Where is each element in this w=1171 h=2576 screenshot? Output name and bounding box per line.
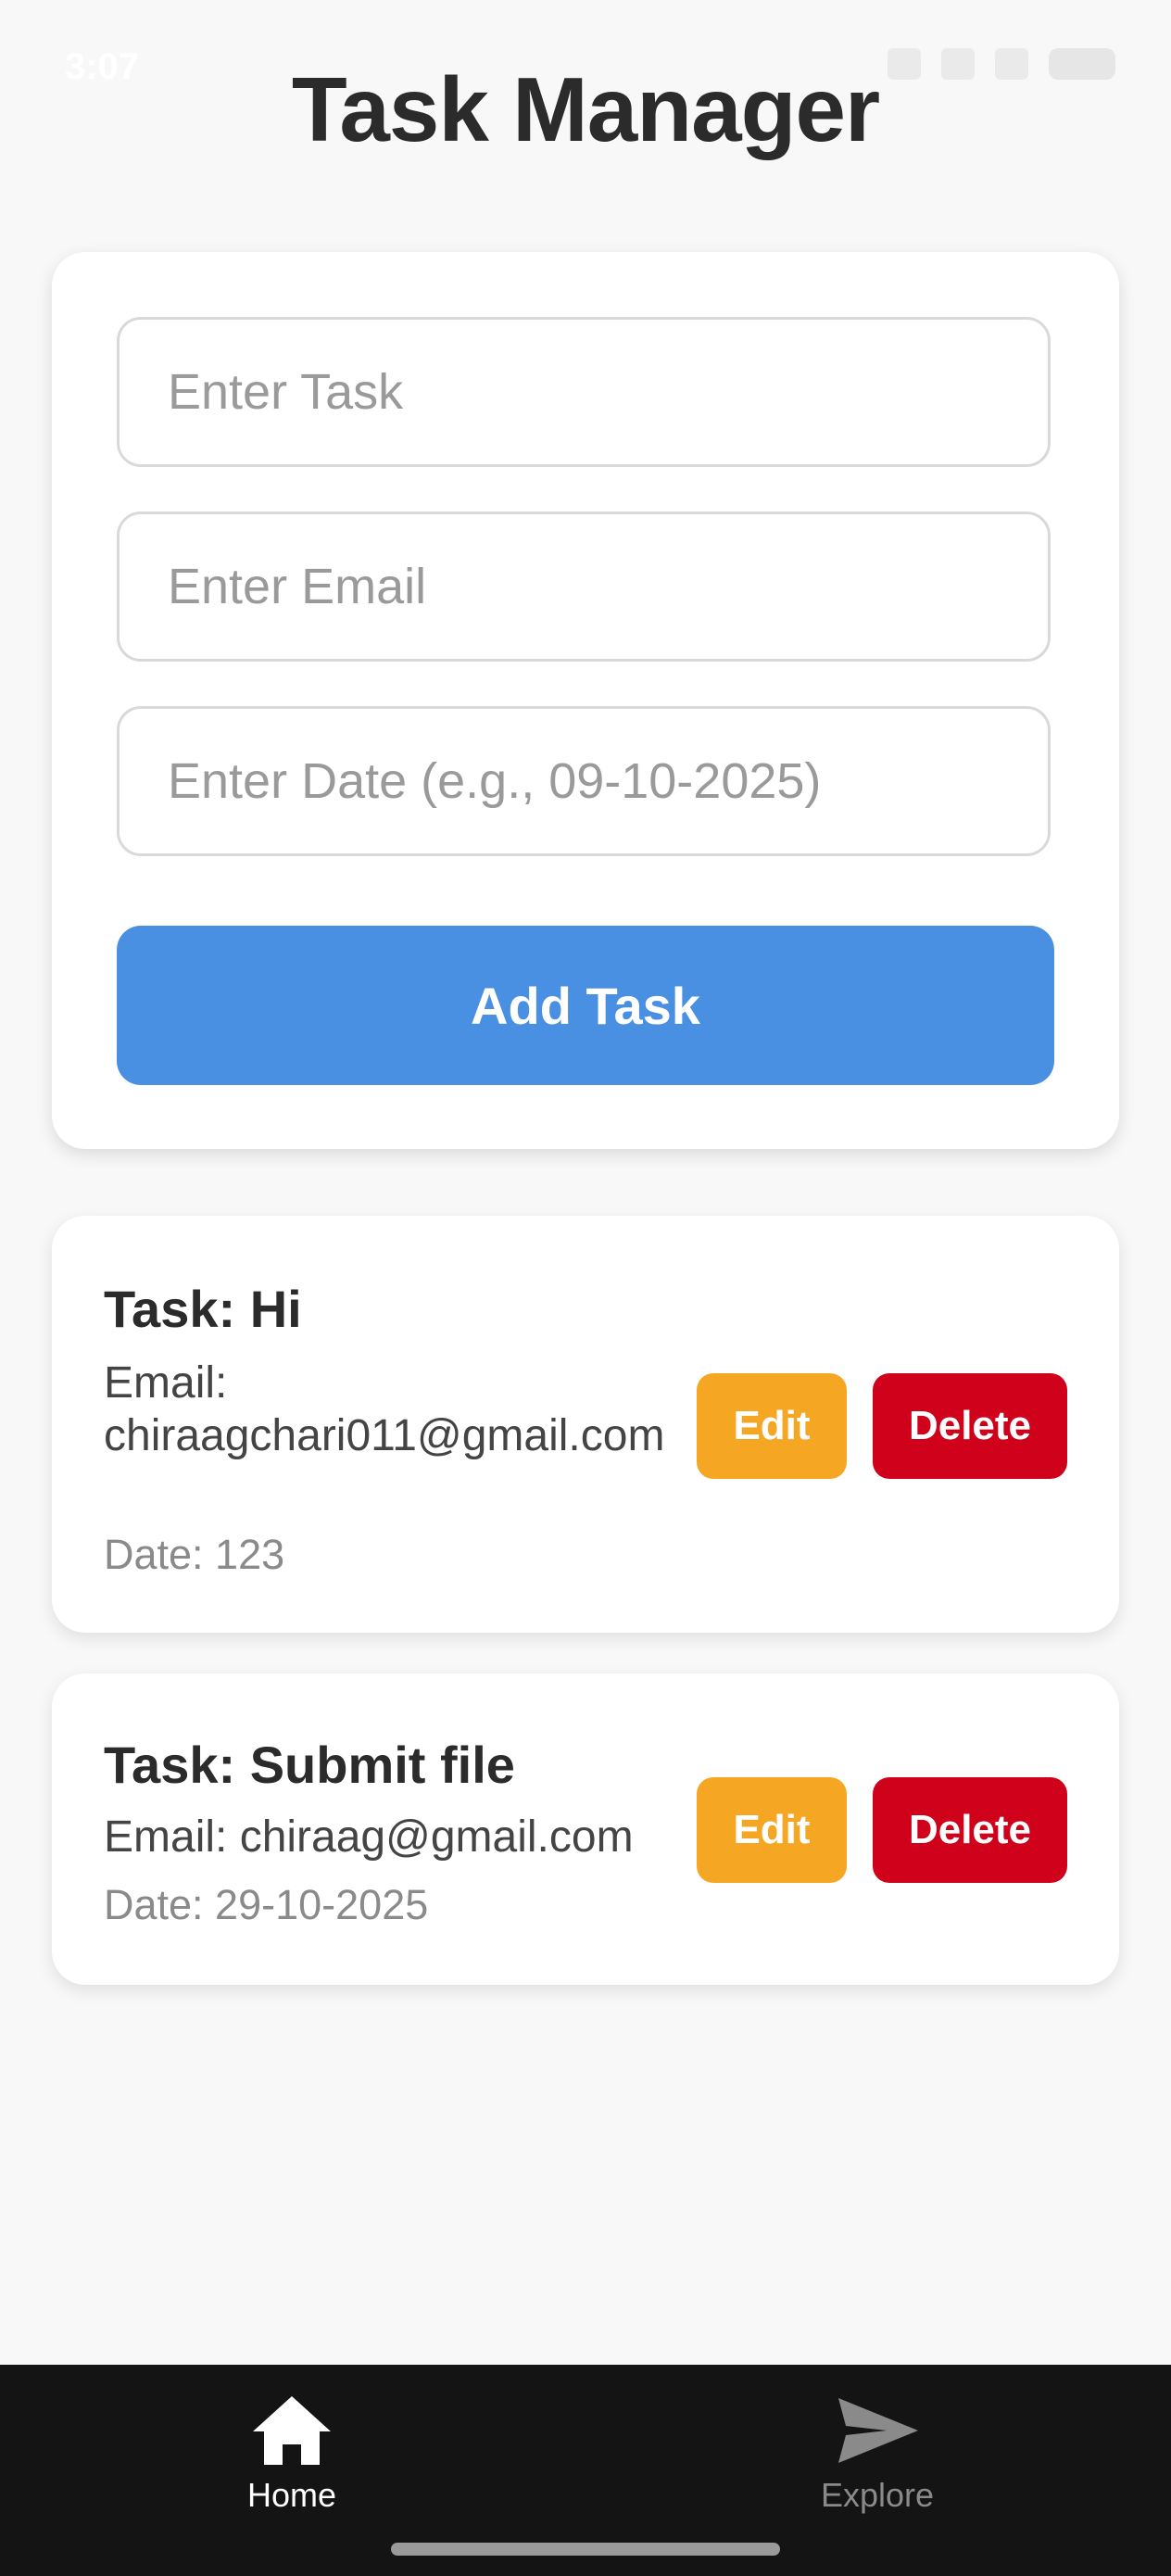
task-card: Task: Submit file Email: chiraag@gmail.c… (52, 1673, 1119, 1985)
email-input[interactable] (117, 511, 1051, 662)
delete-button[interactable]: Delete (873, 1777, 1067, 1883)
send-icon (838, 2398, 918, 2463)
edit-button[interactable]: Edit (697, 1777, 847, 1883)
task-date: Date: 29-10-2025 (104, 1881, 429, 1928)
home-indicator[interactable] (391, 2543, 780, 2556)
task-input[interactable] (117, 317, 1051, 467)
add-task-button[interactable]: Add Task (117, 926, 1054, 1085)
task-title: Task: Submit file (104, 1736, 515, 1794)
nav-item-home[interactable]: Home (153, 2391, 431, 2515)
task-date: Date: 123 (104, 1531, 285, 1578)
date-input[interactable] (117, 706, 1051, 856)
task-email: Email: chiraag@gmail.com (104, 1812, 634, 1862)
nav-label-home: Home (246, 2476, 337, 2514)
home-icon (253, 2396, 331, 2465)
task-form-card: Add Task (52, 252, 1119, 1149)
task-card: Task: Hi Email: chiraagchari011@gmail.co… (52, 1216, 1119, 1633)
page-title: Task Manager (291, 58, 880, 160)
delete-button[interactable]: Delete (873, 1373, 1067, 1479)
edit-button[interactable]: Edit (697, 1373, 847, 1479)
task-title: Task: Hi (104, 1280, 302, 1338)
nav-label-explore: Explore (820, 2476, 935, 2514)
nav-item-explore[interactable]: Explore (738, 2391, 1016, 2515)
task-email: Email: chiraagchari011@gmail.com (104, 1358, 665, 1460)
